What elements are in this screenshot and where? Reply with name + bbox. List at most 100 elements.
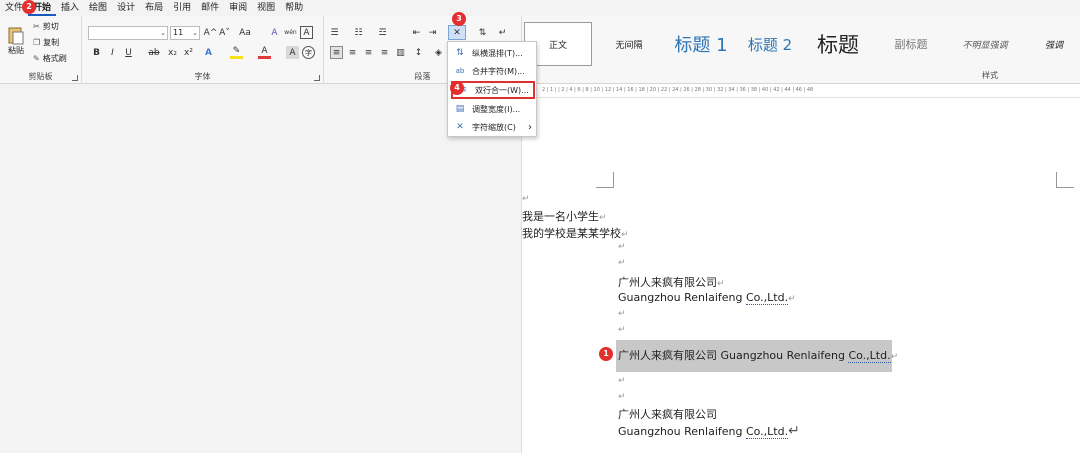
change-case-button[interactable]: Aa xyxy=(236,26,254,39)
bullets-icon[interactable]: ☰ xyxy=(328,26,341,39)
ribbon: 粘贴 ✂ 剪切 ❐ 复制 ✎ 格式刷 剪贴板 ⌄ 11 ⌄ A^ A˅ Aa A wén… xyxy=(0,16,1080,84)
style-subtitle[interactable]: 副标题 xyxy=(878,22,944,66)
style-heading-1[interactable]: 标题 1 xyxy=(664,22,738,66)
company-en-suffix: Co.,Ltd. xyxy=(745,291,789,305)
word-window: 文件 开始 插入 绘图 设计 布局 引用 邮件 审阅 视图 帮助 粘贴 ✂ 剪切 … xyxy=(0,0,1080,453)
sort-icon[interactable]: ⇅ xyxy=(476,26,489,39)
menu-mailings[interactable]: 邮件 xyxy=(196,0,224,16)
company-cn-line[interactable]: 广州人来疯有限公司↵ xyxy=(618,274,725,290)
cut-icon: ✂ xyxy=(33,21,40,31)
align-center-icon[interactable]: ≡ xyxy=(346,46,359,59)
char-shading-button[interactable]: A xyxy=(286,46,299,59)
company-en2-text: Guangzhou Renlaifeng xyxy=(618,425,746,438)
menu-references[interactable]: 引用 xyxy=(168,0,196,16)
paragraph-mark: ↵ xyxy=(618,392,626,402)
cut-button[interactable]: ✂ 剪切 xyxy=(33,20,59,32)
char-scale-icon: ✕ xyxy=(456,122,464,132)
align-left-icon[interactable]: ≡ xyxy=(330,46,343,59)
shrink-font-button[interactable]: A˅ xyxy=(218,26,231,39)
multilevel-list-icon[interactable]: ☲ xyxy=(376,26,389,39)
align-right-icon[interactable]: ≡ xyxy=(362,46,375,59)
style-subtle-emphasis[interactable]: 不明显强调 xyxy=(950,22,1020,66)
decrease-indent-icon[interactable]: ⇤ xyxy=(410,26,423,39)
enclose-chars-button[interactable]: 字 xyxy=(302,46,315,59)
style-heading-2[interactable]: 标题 2 xyxy=(740,22,800,66)
company-en-line-2[interactable]: Guangzhou Renlaifeng Co.,Ltd.↵ xyxy=(618,423,800,439)
menu-item-char-scale[interactable]: ✕ 字符缩放(C) › xyxy=(448,118,536,136)
italic-button[interactable]: I xyxy=(106,46,119,59)
font-group-label: 字体 xyxy=(194,72,211,81)
company-cn-line-2[interactable]: 广州人来疯有限公司 xyxy=(618,406,717,422)
menu-design[interactable]: 设计 xyxy=(112,0,140,16)
clipboard-launcher-icon[interactable] xyxy=(72,75,78,81)
text-effects-button[interactable]: A xyxy=(202,46,215,59)
step-badge-1: 1 xyxy=(599,347,613,361)
underline-button[interactable]: U xyxy=(122,46,135,59)
paragraph-mark: ↵ xyxy=(890,352,899,362)
numbering-icon[interactable]: ☷ xyxy=(352,26,365,39)
menu-view[interactable]: 视图 xyxy=(252,0,280,16)
copy-label: 复制 xyxy=(43,37,60,47)
paste-label: 粘贴 xyxy=(8,45,24,55)
increase-indent-icon[interactable]: ⇥ xyxy=(426,26,439,39)
copy-button[interactable]: ❐ 复制 xyxy=(33,36,59,48)
menu-item-label: 合并字符(M)... xyxy=(472,66,525,76)
paragraph-mark: ↵ xyxy=(599,213,607,223)
font-group: ⌄ 11 ⌄ A^ A˅ Aa A wén A B I U ab x₂ x² A … xyxy=(82,16,324,84)
asian-layout-button[interactable]: ✕ xyxy=(448,25,466,40)
cut-label: 剪切 xyxy=(42,21,59,31)
line1-text: 我是一名小学生 xyxy=(522,210,599,223)
line2-text: 我的学校是某某学校 xyxy=(522,227,621,240)
menu-draw[interactable]: 绘图 xyxy=(84,0,112,16)
font-size-combo[interactable]: 11 ⌄ xyxy=(170,26,200,40)
font-launcher-icon[interactable] xyxy=(314,75,320,81)
document-page[interactable]: ↵ 我是一名小学生↵ 我的学校是某某学校↵ ↵ ↵ 广州人来疯有限公司↵ Gua… xyxy=(522,98,1080,453)
style-title[interactable]: 标题 xyxy=(806,22,870,66)
bold-button[interactable]: B xyxy=(90,46,103,59)
company-cn-text: 广州人来疯有限公司 xyxy=(618,276,717,289)
text-line-2[interactable]: 我的学校是某某学校↵ xyxy=(522,225,629,241)
highlight-button[interactable]: ✎ xyxy=(230,46,243,59)
distribute-icon[interactable]: ▥ xyxy=(394,46,407,59)
menu-layout[interactable]: 布局 xyxy=(140,0,168,16)
justify-icon[interactable]: ≡ xyxy=(378,46,391,59)
paste-button[interactable]: 粘贴 xyxy=(4,20,28,60)
menu-bar: 文件 开始 插入 绘图 设计 布局 引用 邮件 审阅 视图 帮助 xyxy=(0,0,1080,16)
show-marks-icon[interactable]: ↵ xyxy=(496,26,509,39)
menu-item-label: 纵横混排(T)... xyxy=(472,48,523,58)
font-name-combo[interactable]: ⌄ xyxy=(88,26,168,40)
clipboard-group: 粘贴 ✂ 剪切 ❐ 复制 ✎ 格式刷 剪贴板 xyxy=(0,16,82,84)
menu-review[interactable]: 审阅 xyxy=(224,0,252,16)
menu-item-combine-chars[interactable]: ab 合并字符(M)... xyxy=(448,62,536,80)
style-emphasis[interactable]: 强调 xyxy=(1028,22,1080,66)
phonetic-guide-button[interactable]: wén xyxy=(284,26,297,39)
ruler-ticks: 2 | 1 | | 2 | 4 | 6 | 8 | 10 | 12 | 14 |… xyxy=(542,87,814,93)
char-border-button[interactable]: A xyxy=(300,26,313,39)
menu-item-label: 字符缩放(C) xyxy=(472,122,516,132)
line-spacing-icon[interactable]: ↕ xyxy=(412,46,425,59)
grow-font-button[interactable]: A^ xyxy=(204,26,218,39)
paragraph-mark: ↵ xyxy=(621,230,629,240)
paragraph-mark: ↵ xyxy=(717,279,725,289)
menu-item-fit-text[interactable]: ▤ 调整宽度(I)... xyxy=(448,100,536,118)
clear-format-button[interactable]: A xyxy=(268,26,281,39)
styles-group-label: 样式 xyxy=(982,71,998,80)
subscript-button[interactable]: x₂ xyxy=(166,46,179,59)
combined-text: 广州人来疯有限公司 Guangzhou Renlaifeng xyxy=(618,349,849,362)
menu-help[interactable]: 帮助 xyxy=(280,0,308,16)
company-en-line[interactable]: Guangzhou Renlaifeng Co.,Ltd.↵ xyxy=(618,291,796,305)
font-color-button[interactable]: A xyxy=(258,46,271,59)
superscript-button[interactable]: x² xyxy=(182,46,195,59)
selected-combined-line[interactable]: 广州人来疯有限公司 Guangzhou Renlaifeng Co.,Ltd.↵ xyxy=(616,340,898,372)
paragraph-mark: ↵ xyxy=(618,376,626,386)
menu-item-vertical-text[interactable]: ⇅ 纵横混排(T)... xyxy=(448,44,536,62)
strikethrough-button[interactable]: ab xyxy=(146,46,162,59)
menu-insert[interactable]: 插入 xyxy=(56,0,84,16)
shading-icon[interactable]: ◈ xyxy=(432,46,445,59)
format-painter-button[interactable]: ✎ 格式刷 xyxy=(33,52,67,64)
text-line-1[interactable]: 我是一名小学生↵ xyxy=(522,208,607,224)
canvas-left-gray xyxy=(0,98,522,453)
brush-icon: ✎ xyxy=(33,53,40,63)
style-no-spacing[interactable]: 无间隔 xyxy=(598,22,660,66)
horizontal-ruler[interactable]: 2 | 1 | | 2 | 4 | 6 | 8 | 10 | 12 | 14 |… xyxy=(522,84,1080,98)
